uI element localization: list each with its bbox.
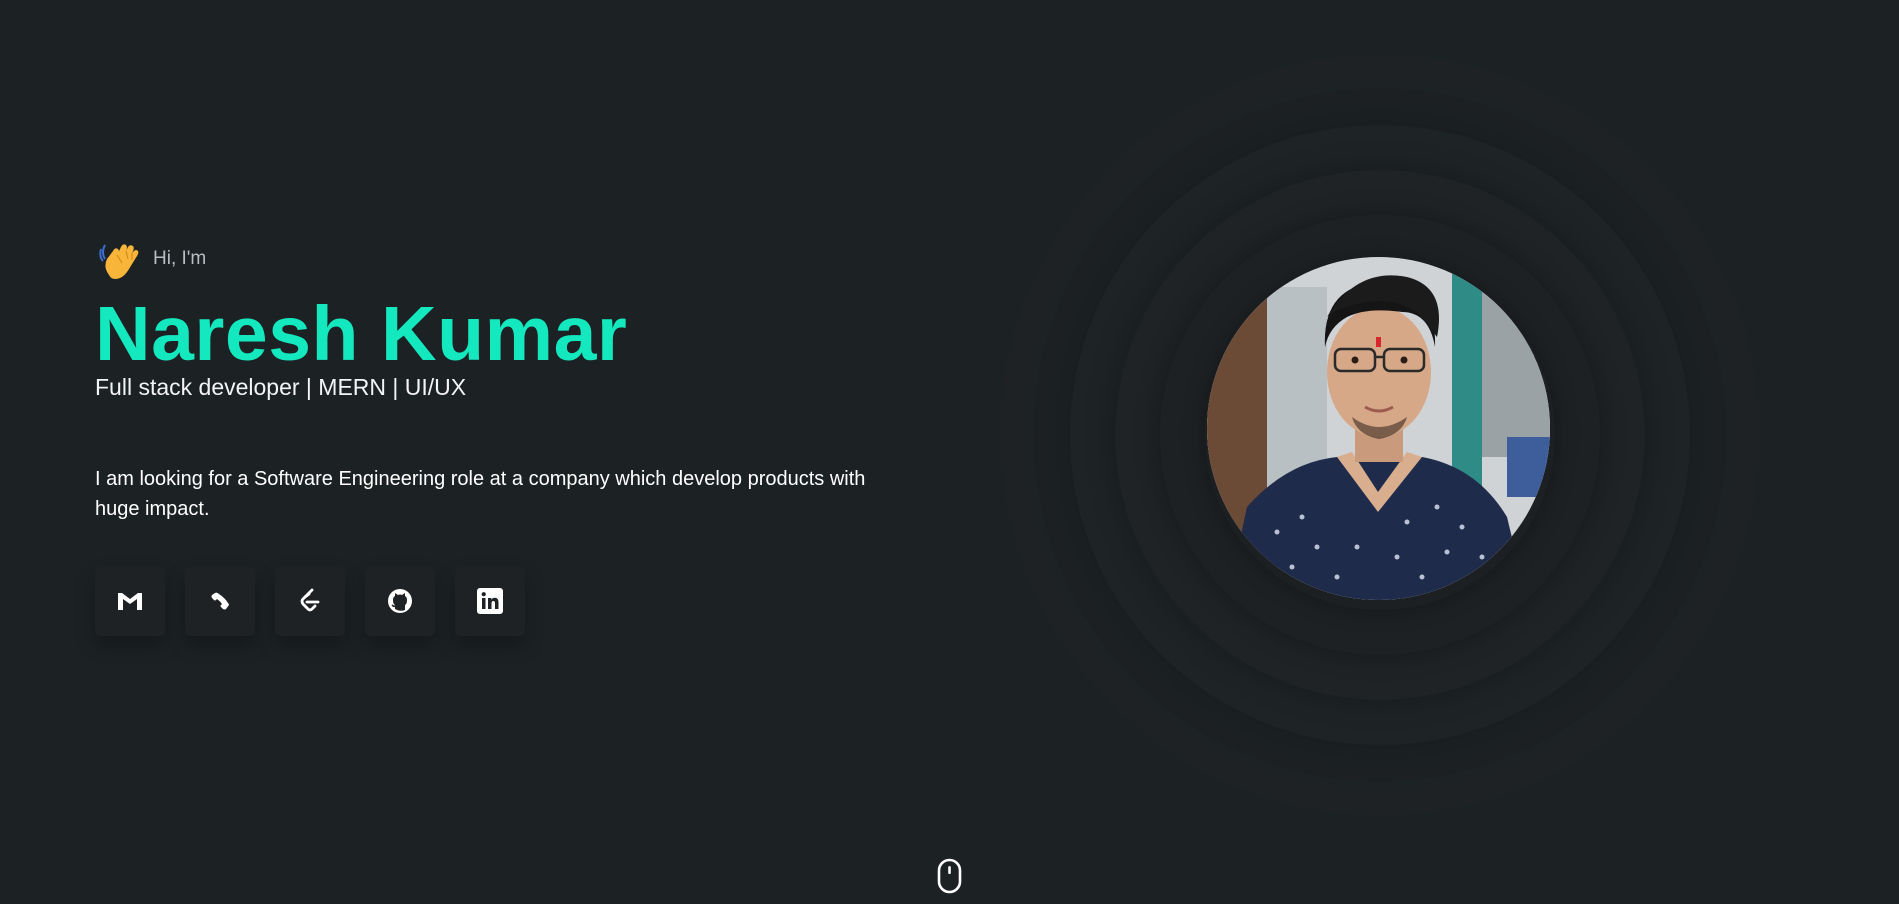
waving-hand-icon [95, 235, 143, 283]
greeting: Hi, I'm [95, 234, 955, 284]
leetcode-icon [300, 588, 320, 612]
hero-intro: Hi, I'm Naresh Kumar Full stack develope… [95, 234, 955, 636]
portrait-section [1000, 55, 1760, 815]
hero-page: Hi, I'm Naresh Kumar Full stack develope… [0, 0, 1899, 904]
github-icon [388, 589, 412, 613]
phone-icon [211, 592, 229, 610]
greeting-text: Hi, I'm [153, 248, 207, 269]
gmail-icon [118, 593, 142, 610]
linkedin-button[interactable] [455, 566, 525, 636]
name-heading: Naresh Kumar [95, 291, 628, 377]
profile-photo [1207, 257, 1550, 600]
github-button[interactable] [365, 566, 435, 636]
leetcode-button[interactable] [275, 566, 345, 636]
social-links [95, 566, 955, 636]
gmail-button[interactable] [95, 566, 165, 636]
phone-button[interactable] [185, 566, 255, 636]
scroll-down-indicator[interactable] [937, 858, 962, 899]
linkedin-icon [477, 588, 503, 614]
bio-text: I am looking for a Software Engineering … [95, 468, 866, 520]
mouse-scroll-icon [937, 858, 962, 894]
